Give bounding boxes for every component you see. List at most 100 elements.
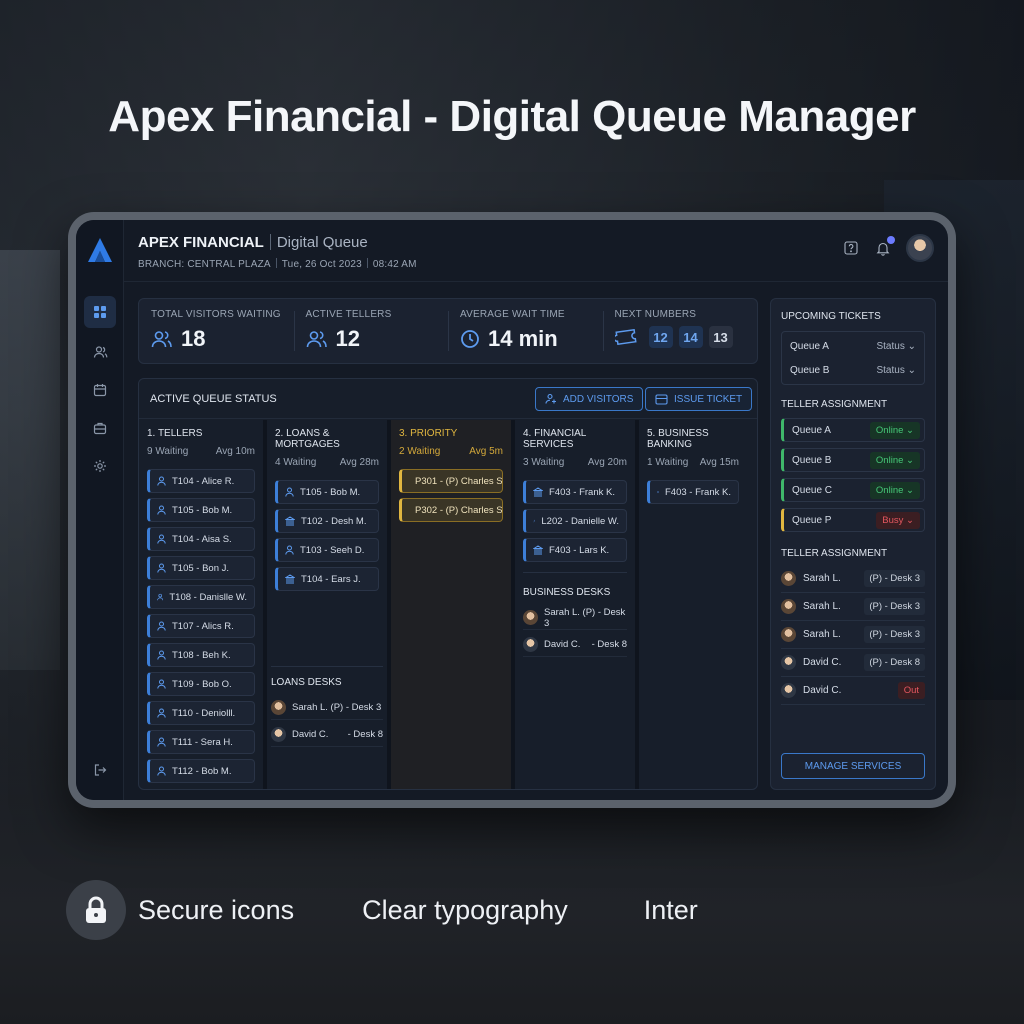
active-queue-panel: ACTIVE QUEUE STATUS ADD VISITORS ISSUE T…: [138, 378, 758, 790]
time-label: 08:42 AM: [372, 259, 417, 270]
ticket-card[interactable]: T105 - Bon J.: [147, 556, 255, 580]
queue-assignment-row[interactable]: Queue C Online ⌄: [781, 478, 925, 502]
desk-row[interactable]: David C. - Desk 8: [523, 633, 627, 657]
teller-name: David C.: [803, 657, 842, 668]
ticket-card[interactable]: T108 - Danislle W.: [147, 585, 255, 609]
person-icon: [157, 737, 166, 747]
teller-row[interactable]: David C. Out: [781, 677, 925, 705]
queue-assignment-row[interactable]: Queue P Busy ⌄: [781, 508, 925, 532]
ticket-card[interactable]: F403 - Frank K.: [523, 480, 627, 504]
nav-services[interactable]: [84, 412, 116, 444]
upcoming-row[interactable]: Queue A Status ⌄: [790, 334, 916, 358]
ticket-list: P301 - (P) Charles S. P302 - (P) Charles…: [399, 469, 503, 522]
column-meta: 1 Waiting Avg 15m: [647, 457, 739, 468]
nav-visitors[interactable]: [84, 336, 116, 368]
business-desks: BUSINESS DESKS Sarah L. (P) - Desk 3 Dav…: [523, 572, 627, 657]
waiting-count: 1 Waiting: [647, 457, 689, 468]
ticket-label: T104 - Aisa S.: [172, 533, 232, 545]
avatar: [781, 627, 796, 642]
ticket-label: T108 - Danislle W.: [169, 591, 247, 603]
queue-column-loans: 2. LOANS & MORTGAGES 4 Waiting Avg 28m T…: [263, 420, 387, 789]
nav-dashboard[interactable]: [84, 296, 116, 328]
teller-identity: David C.: [781, 655, 841, 670]
ticket-card[interactable]: L202 - Danielle W.: [523, 509, 627, 533]
stat-value-row: 12: [306, 326, 437, 352]
ticket-card[interactable]: T102 - Desh M.: [275, 509, 379, 533]
queue-column-tellers: 1. TELLERS 9 Waiting Avg 10m T104 - Alic…: [139, 420, 263, 789]
ticket-card[interactable]: T105 - Bob M.: [147, 498, 255, 522]
bank-icon: [285, 574, 295, 584]
status-label: Online: [875, 484, 904, 496]
priority-ticket-card[interactable]: P302 - (P) Charles S.: [399, 498, 503, 522]
add-visitors-button[interactable]: ADD VISITORS: [535, 387, 644, 411]
status-dropdown[interactable]: Status ⌄: [876, 365, 916, 376]
priority-ticket-card[interactable]: P301 - (P) Charles S.: [399, 469, 503, 493]
chevron-down-icon: ⌄: [907, 340, 916, 352]
ticket-card[interactable]: T104 - Aisa S.: [147, 527, 255, 551]
ticket-card[interactable]: T110 - Deniolll.: [147, 701, 255, 725]
nav-logout[interactable]: [84, 754, 116, 786]
teller-row[interactable]: David C. (P) - Desk 8: [781, 649, 925, 677]
stat-label: TOTAL VISITORS WAITING: [151, 309, 281, 320]
person-icon: [157, 708, 166, 718]
upcoming-row[interactable]: Queue B Status ⌄: [790, 358, 916, 382]
person-icon: [157, 621, 166, 631]
teller-identity: Sarah L.: [781, 571, 841, 586]
desk-row[interactable]: Sarah L. (P) - Desk 3: [271, 696, 383, 720]
ticket-label: T104 - Ears J.: [301, 573, 361, 585]
loans-desks-title: LOANS DESKS: [271, 677, 342, 688]
top-actions: [842, 234, 934, 262]
desk-row[interactable]: David C. - Desk 8: [271, 723, 383, 747]
teller-row[interactable]: Sarah L. (P) - Desk 3: [781, 621, 925, 649]
ticket-label: T105 - Bob M.: [172, 504, 233, 516]
queue-name: Queue B: [792, 454, 832, 466]
user-avatar[interactable]: [906, 234, 934, 262]
ticket-card[interactable]: T112 - Bob M.: [147, 759, 255, 783]
bank-icon: [285, 516, 295, 526]
notifications-button[interactable]: [874, 236, 895, 257]
teller-row[interactable]: Sarah L. (P) - Desk 3: [781, 565, 925, 593]
status-badge[interactable]: Online ⌄: [869, 481, 920, 499]
ticket-card[interactable]: F403 - Lars K.: [523, 538, 627, 562]
bank-icon: [533, 487, 543, 497]
help-button[interactable]: [842, 239, 860, 257]
teller-assignment-title: TELLER ASSIGNMENT: [781, 399, 888, 410]
status-badge[interactable]: Busy ⌄: [876, 511, 920, 529]
ticket-card[interactable]: F403 - Frank K.: [647, 480, 739, 504]
desk-number: - Desk 8: [591, 639, 627, 650]
status-badge[interactable]: Online ⌄: [869, 421, 920, 439]
ticket-card[interactable]: T104 - Alice R.: [147, 469, 255, 493]
next-number-chip: 14: [678, 326, 703, 348]
queue-assignment-row[interactable]: Queue B Online ⌄: [781, 448, 925, 472]
teller-row[interactable]: Sarah L. (P) - Desk 3: [781, 593, 925, 621]
ticket-card[interactable]: T105 - Bob M.: [275, 480, 379, 504]
ticket-list: T104 - Alice R. T105 - Bob M. T104 - Ais…: [147, 469, 255, 783]
status-label: Online: [875, 424, 904, 436]
desk-number: - Desk 8: [347, 729, 383, 740]
teller-identity: Sarah L.: [781, 627, 841, 642]
teller-name: David C.: [803, 685, 842, 696]
ticket-card[interactable]: T104 - Ears J.: [275, 567, 379, 591]
ticket-card[interactable]: T111 - Sera H.: [147, 730, 255, 754]
avatar: [271, 727, 286, 742]
ticket-card[interactable]: T107 - Alics R.: [147, 614, 255, 638]
users-icon: [306, 331, 327, 348]
nav-settings[interactable]: [84, 450, 116, 482]
status-dropdown[interactable]: Status ⌄: [876, 341, 916, 352]
nav-calendar[interactable]: [84, 374, 116, 406]
ticket-card[interactable]: T103 - Seeh D.: [275, 538, 379, 562]
ticket-label: F403 - Frank K.: [665, 486, 731, 498]
manage-services-button[interactable]: MANAGE SERVICES: [781, 753, 925, 779]
desk-row[interactable]: Sarah L. (P) - Desk 3: [523, 606, 627, 630]
ticket-card[interactable]: T109 - Bob O.: [147, 672, 255, 696]
queue-assignment-row[interactable]: Queue A Online ⌄: [781, 418, 925, 442]
issue-ticket-button[interactable]: ISSUE TICKET: [645, 387, 753, 411]
ticket-card[interactable]: T108 - Beh K.: [147, 643, 255, 667]
status-badge[interactable]: Online ⌄: [869, 451, 920, 469]
ticket-icon: [614, 329, 637, 345]
stat-active-tellers: ACTIVE TELLERS 12: [293, 299, 449, 363]
gear-icon: [94, 460, 106, 472]
ticket-label: T105 - Bob M.: [300, 486, 361, 498]
ticket-list: F403 - Frank K.: [647, 480, 739, 504]
person-icon: [157, 505, 166, 515]
